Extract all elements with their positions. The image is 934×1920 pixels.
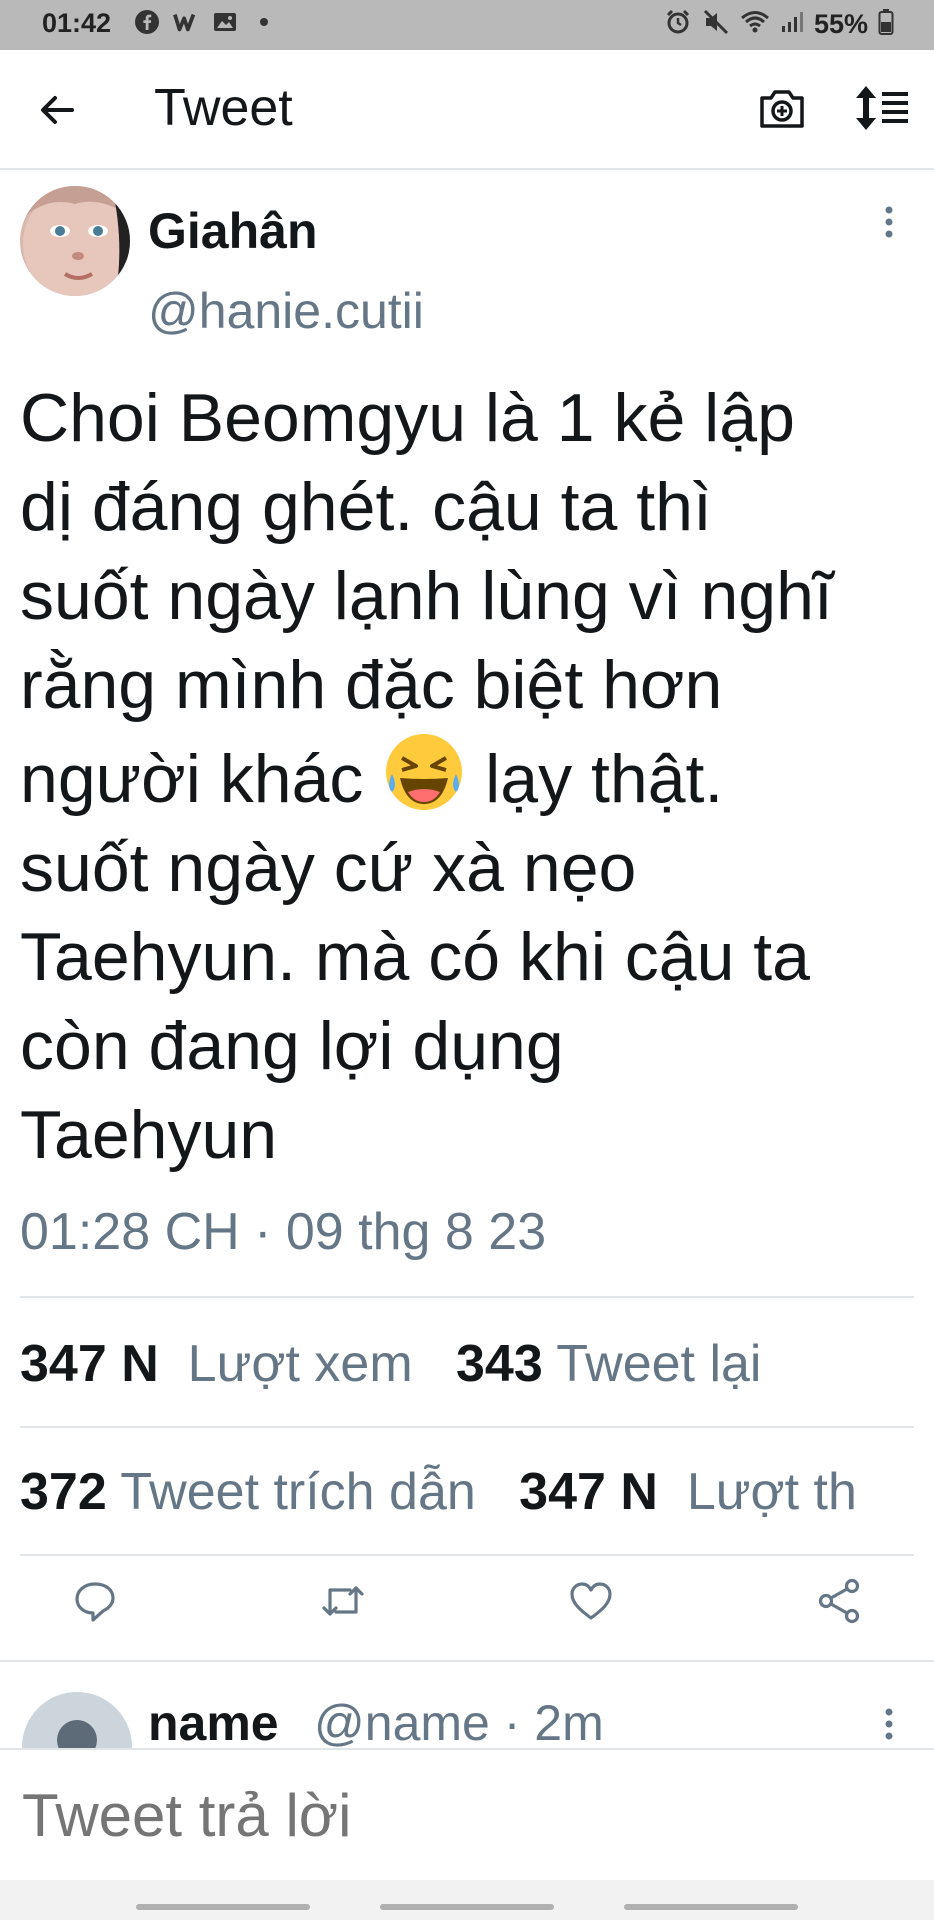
retweets-count[interactable]: 343: [456, 1335, 543, 1393]
likes-label[interactable]: Lượt th: [687, 1463, 857, 1521]
reply-input[interactable]: [20, 1780, 914, 1851]
signal-icon: [780, 9, 804, 40]
views-label[interactable]: Lượt xem: [188, 1335, 413, 1393]
status-time: 01:42: [42, 8, 112, 38]
tweet-timestamp: 01:28 CH · 09 thg 8 23: [20, 1203, 547, 1261]
divider: [20, 1554, 914, 1556]
status-left-icons: [134, 9, 277, 35]
retweets-label[interactable]: Tweet lại: [556, 1335, 761, 1393]
stats-row-1: 347 N Lượt xem 343 Tweet lại: [20, 1334, 761, 1394]
reply-more-options-icon[interactable]: [880, 1704, 898, 1744]
quotes-count[interactable]: 372: [20, 1463, 107, 1521]
wifi-icon: [740, 9, 770, 40]
display-name[interactable]: Giahân: [148, 202, 317, 260]
page-title: Tweet: [154, 79, 293, 137]
likes-count[interactable]: 347 N: [519, 1463, 658, 1521]
battery-percent: 55%: [813, 9, 868, 39]
quotes-label[interactable]: Tweet trích dẫn: [120, 1463, 476, 1521]
system-nav-bar: [0, 1880, 934, 1920]
like-icon[interactable]: [566, 1576, 616, 1626]
nav-back-button[interactable]: [624, 1904, 798, 1910]
camera-plus-icon[interactable]: [756, 82, 808, 134]
facebook-icon: [134, 9, 160, 35]
app-header: Tweet: [0, 50, 934, 170]
views-count[interactable]: 347 N: [20, 1335, 159, 1393]
reply-name: name: [148, 1695, 279, 1751]
retweet-icon[interactable]: [318, 1576, 368, 1626]
mute-icon: [702, 8, 730, 41]
alarm-icon: [664, 8, 692, 41]
reply-preview[interactable]: name @name · 2m: [0, 1660, 934, 1752]
nav-recents-button[interactable]: [136, 1904, 310, 1910]
nav-home-button[interactable]: [380, 1904, 554, 1910]
avatar[interactable]: [20, 186, 130, 296]
battery-icon: [878, 8, 894, 41]
gallery-icon: [212, 9, 238, 35]
dot-icon: [251, 9, 277, 35]
divider: [20, 1296, 914, 1298]
w-app-icon: [173, 9, 199, 35]
back-arrow-icon[interactable]: [34, 86, 82, 134]
share-icon[interactable]: [814, 1576, 864, 1626]
reply-meta: @name · 2m: [314, 1695, 604, 1751]
more-options-icon[interactable]: [880, 202, 898, 242]
reply-avatar: [22, 1692, 132, 1752]
reply-composer: [0, 1748, 934, 1882]
rolling-on-floor-laughing-emoji: [382, 730, 466, 814]
status-right-icons: 55%: [664, 8, 894, 41]
stats-row-2: 372 Tweet trích dẫn 347 N Lượt th: [20, 1462, 857, 1522]
sort-lines-icon[interactable]: [852, 82, 912, 134]
status-bar: 01:42 55%: [0, 0, 934, 50]
divider: [20, 1426, 914, 1428]
tweet-text: Choi Beomgyu là 1 kẻ lập dị đáng ghét. c…: [20, 374, 924, 1180]
reply-icon[interactable]: [70, 1576, 120, 1626]
user-handle[interactable]: @hanie.cutii: [148, 282, 424, 340]
